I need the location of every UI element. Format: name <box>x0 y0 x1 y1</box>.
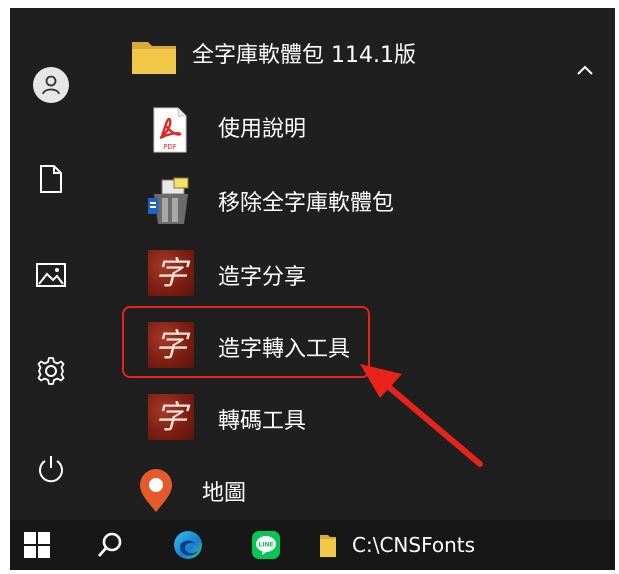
search-button[interactable] <box>88 520 132 570</box>
list-item-label: 地圖 <box>202 481 247 506</box>
list-item-uninstall[interactable]: 移除全字庫軟體包 <box>92 170 615 234</box>
folder-icon <box>132 42 176 74</box>
windows-start-icon <box>24 532 50 558</box>
map-pin-icon <box>140 469 172 512</box>
edge-browser-icon <box>174 531 202 559</box>
settings-gear-icon <box>37 357 65 385</box>
list-item-user-guide[interactable]: PDF 使用說明 <box>92 98 615 162</box>
zi-glyph-icon: 字 <box>148 250 194 296</box>
list-item-label: 移除全字庫軟體包 <box>218 191 395 216</box>
explorer-window-label: C:\CNSFonts <box>352 533 476 557</box>
list-item-label: 轉碼工具 <box>218 409 307 434</box>
folder-label: 全字庫軟體包 114.1版 <box>192 43 416 68</box>
pdf-icon: PDF <box>150 106 190 154</box>
start-menu-rail <box>10 8 92 520</box>
document-icon <box>40 165 62 193</box>
pictures-icon <box>36 263 66 287</box>
line-app-button[interactable]: LINE <box>244 520 288 570</box>
pictures-button[interactable] <box>30 254 72 296</box>
folder-group-header[interactable]: 全字庫軟體包 114.1版 <box>92 24 615 88</box>
chevron-up-icon[interactable] <box>575 62 595 78</box>
svg-text:PDF: PDF <box>163 143 177 151</box>
settings-button[interactable] <box>30 350 72 392</box>
taskbar: LINE C:\CNSFonts <box>10 520 615 570</box>
line-app-icon: LINE <box>252 531 280 559</box>
zi-glyph-icon: 字 <box>148 394 194 440</box>
list-item-label: 造字分享 <box>218 265 307 290</box>
user-avatar-icon <box>33 67 69 103</box>
uninstall-icon <box>144 176 194 228</box>
start-button[interactable] <box>10 520 64 570</box>
documents-button[interactable] <box>30 158 72 200</box>
start-menu-window: 全字庫軟體包 114.1版 PDF 使用說明 移除全字庫軟體包 字 造字分享 字… <box>10 8 615 570</box>
edge-browser-button[interactable] <box>166 520 210 570</box>
highlight-annotation-box <box>122 306 370 378</box>
search-icon <box>97 532 122 557</box>
list-item-label: 使用說明 <box>218 117 307 142</box>
list-item-glyph-share[interactable]: 字 造字分享 <box>92 242 615 306</box>
list-item-maps[interactable]: 地圖 <box>92 458 615 522</box>
app-list: 全字庫軟體包 114.1版 PDF 使用說明 移除全字庫軟體包 字 造字分享 字… <box>92 8 615 520</box>
power-button[interactable] <box>30 448 72 490</box>
list-item-transcode-tool[interactable]: 字 轉碼工具 <box>92 386 615 450</box>
folder-icon <box>320 535 336 557</box>
explorer-window-button[interactable]: C:\CNSFonts <box>318 520 528 570</box>
user-account-button[interactable] <box>30 64 72 106</box>
power-icon <box>39 456 63 483</box>
svg-text:LINE: LINE <box>258 542 273 549</box>
